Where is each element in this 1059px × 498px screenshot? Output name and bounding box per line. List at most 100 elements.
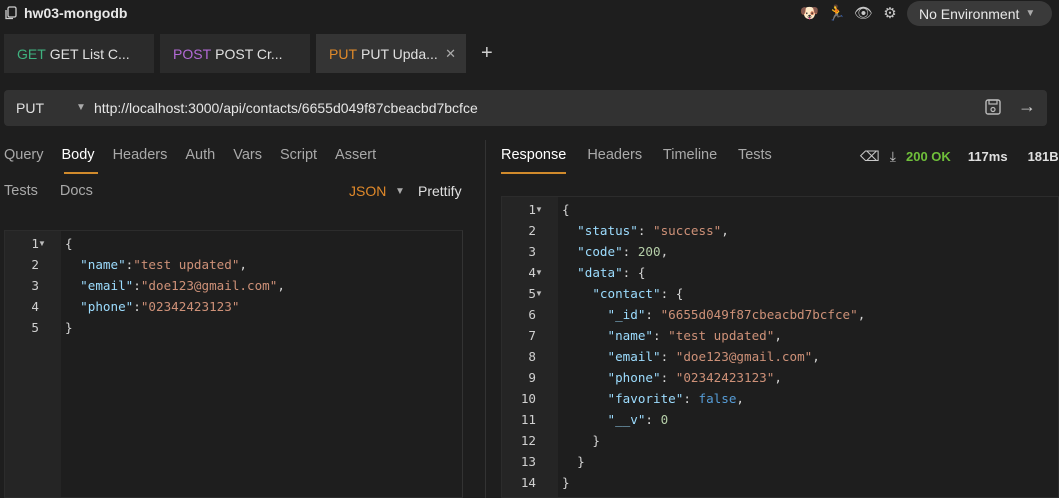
top-bar: hw03-mongodb 🐶 🏃 👁 ⚙ No Environment ▼ bbox=[0, 0, 1059, 27]
eraser-icon[interactable]: ⌫ bbox=[860, 148, 880, 165]
line-number: 8 bbox=[528, 349, 536, 364]
chevron-down-icon[interactable]: ▼ bbox=[395, 186, 405, 197]
download-icon[interactable]: ⤓ bbox=[890, 148, 896, 165]
code-line: } bbox=[65, 320, 73, 335]
line-number: 3 bbox=[528, 244, 536, 259]
code-line: "email": "doe123@gmail.com", bbox=[562, 349, 820, 364]
line-number: 7 bbox=[528, 328, 536, 343]
tab-label: GET List C... bbox=[49, 45, 130, 62]
code-line: "name": "test updated", bbox=[562, 328, 782, 343]
line-number: 5 bbox=[528, 286, 536, 301]
line-number: 2 bbox=[528, 223, 536, 238]
fold-icon[interactable]: ▼ bbox=[38, 233, 46, 254]
collection-title: hw03-mongodb bbox=[24, 5, 128, 21]
code-line: "favorite": false, bbox=[562, 391, 745, 406]
fold-icon[interactable]: ▼ bbox=[535, 262, 543, 283]
code-line: "__v": 0 bbox=[562, 412, 669, 427]
request-section-tabs-row2: Tests Docs bbox=[4, 183, 111, 199]
code-line: } bbox=[562, 433, 600, 448]
arrow-right-icon[interactable]: → bbox=[1018, 96, 1036, 117]
code-line: "data": { bbox=[562, 265, 646, 280]
method-selector[interactable]: PUT bbox=[16, 100, 44, 116]
request-body-editor[interactable]: 1 ▼ 2 3 4 5 { "name":"test updated", "em… bbox=[4, 230, 463, 498]
runner-icon[interactable]: 🏃 bbox=[827, 4, 846, 22]
gear-icon[interactable]: ⚙ bbox=[881, 4, 899, 22]
code-line: } bbox=[562, 475, 570, 490]
body-mode-selector[interactable]: JSON bbox=[349, 183, 386, 199]
code-line: } bbox=[562, 454, 585, 469]
line-number: 5 bbox=[31, 320, 39, 335]
code-line: "status": "success", bbox=[562, 223, 729, 238]
chevron-down-icon: ▼ bbox=[1025, 8, 1036, 19]
response-body-viewer[interactable]: 1 ▼ 2 3 4 ▼ 5 ▼ 6 7 8 9 10 11 12 13 14 {… bbox=[501, 196, 1059, 498]
tab-docs[interactable]: Docs bbox=[60, 183, 93, 199]
response-meta: ⌫ ⤓ 200 OK 117ms 181B bbox=[860, 148, 1059, 165]
tab-tests[interactable]: Tests bbox=[4, 183, 38, 199]
response-size: 181B bbox=[1027, 149, 1059, 164]
line-number: 13 bbox=[520, 454, 536, 469]
line-number: 9 bbox=[528, 370, 536, 385]
line-number: 10 bbox=[520, 391, 536, 406]
top-icons: 🐶 🏃 👁 ⚙ bbox=[800, 4, 899, 22]
code-line: "code": 200, bbox=[562, 244, 669, 259]
close-icon[interactable]: ✕ bbox=[445, 46, 456, 62]
tab-timeline[interactable]: Timeline bbox=[663, 147, 717, 163]
eye-icon[interactable]: 👁 bbox=[854, 4, 873, 22]
line-number: 14 bbox=[520, 475, 536, 490]
line-number: 11 bbox=[520, 412, 536, 427]
code-line: "email":"doe123@gmail.com", bbox=[65, 278, 285, 293]
tab-auth[interactable]: Auth bbox=[185, 147, 215, 163]
tab-headers[interactable]: Headers bbox=[113, 147, 168, 163]
code-line: { bbox=[65, 236, 73, 251]
line-number: 4 bbox=[528, 265, 536, 280]
add-tab-button[interactable]: + bbox=[481, 42, 493, 65]
code-line: "name":"test updated", bbox=[65, 257, 248, 272]
code-line: "phone": "02342423123", bbox=[562, 370, 782, 385]
collection-header[interactable]: hw03-mongodb bbox=[4, 5, 127, 21]
status-badge: 200 OK bbox=[906, 149, 951, 164]
tab-response-headers[interactable]: Headers bbox=[587, 147, 642, 163]
tab-response[interactable]: Response bbox=[501, 147, 566, 163]
prettify-button[interactable]: Prettify bbox=[418, 183, 462, 199]
url-bar: PUT ▼ http://localhost:3000/api/contacts… bbox=[4, 90, 1047, 126]
tab-label: POST Cr... bbox=[215, 45, 283, 62]
tab-label: PUT Upda... bbox=[361, 45, 438, 62]
tab-method: GET bbox=[17, 45, 46, 62]
environment-label: No Environment bbox=[919, 5, 1020, 22]
save-icon[interactable] bbox=[984, 98, 1002, 116]
request-tabs: GET GET List C... POST POST Cr... PUT PU… bbox=[0, 34, 1059, 73]
tab-assert[interactable]: Assert bbox=[335, 147, 376, 163]
tab-script[interactable]: Script bbox=[280, 147, 317, 163]
tab-post-create[interactable]: POST POST Cr... bbox=[160, 34, 310, 73]
code-line: { bbox=[562, 202, 570, 217]
dog-icon[interactable]: 🐶 bbox=[800, 4, 819, 22]
line-number: 3 bbox=[31, 278, 39, 293]
url-input[interactable]: http://localhost:3000/api/contacts/6655d… bbox=[94, 100, 478, 116]
code-line: "_id": "6655d049f87cbeacbd7bcfce", bbox=[562, 307, 866, 322]
line-number: 2 bbox=[31, 257, 39, 272]
code-line: "phone":"02342423123" bbox=[65, 299, 240, 314]
line-number: 6 bbox=[528, 307, 536, 322]
tab-method: PUT bbox=[329, 45, 357, 62]
chevron-down-icon[interactable]: ▼ bbox=[76, 102, 86, 113]
fold-icon[interactable]: ▼ bbox=[535, 283, 543, 304]
active-tab-indicator bbox=[64, 172, 98, 174]
tab-query[interactable]: Query bbox=[4, 147, 44, 163]
line-number: 1 bbox=[528, 202, 536, 217]
fold-icon[interactable]: ▼ bbox=[535, 199, 543, 220]
tab-vars[interactable]: Vars bbox=[233, 147, 262, 163]
pane-divider[interactable] bbox=[485, 140, 486, 498]
copy-icon bbox=[5, 6, 17, 20]
line-number: 12 bbox=[520, 433, 536, 448]
response-time: 117ms bbox=[967, 149, 1008, 164]
code-line: "contact": { bbox=[562, 286, 684, 301]
environment-selector[interactable]: No Environment ▼ bbox=[907, 1, 1052, 26]
line-number: 4 bbox=[31, 299, 39, 314]
tab-get-list[interactable]: GET GET List C... bbox=[4, 34, 154, 73]
tab-response-tests[interactable]: Tests bbox=[738, 147, 772, 163]
tab-body[interactable]: Body bbox=[62, 147, 95, 163]
tab-method: POST bbox=[173, 45, 212, 62]
response-section-tabs: Response Headers Timeline Tests bbox=[501, 147, 789, 163]
active-tab-indicator bbox=[501, 172, 566, 174]
tab-put-update[interactable]: PUT PUT Upda... ✕ bbox=[316, 34, 466, 73]
